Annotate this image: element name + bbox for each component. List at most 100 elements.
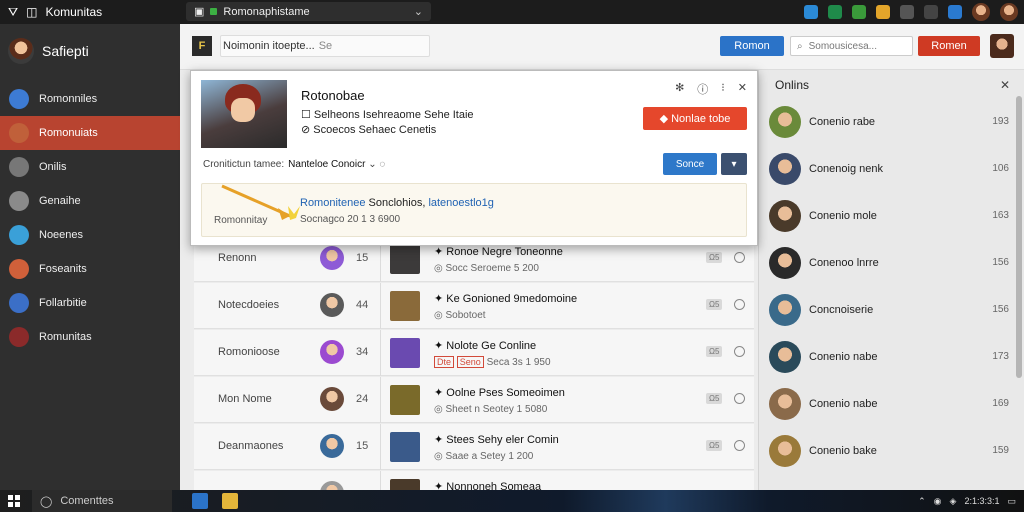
game-thumbnail[interactable] <box>390 244 420 274</box>
avatar[interactable] <box>320 340 344 364</box>
sidebar-item[interactable]: Genaihe <box>0 184 180 218</box>
status-badge: Ω5 <box>706 299 723 310</box>
extension-icon[interactable] <box>828 5 842 19</box>
user-avatar[interactable] <box>972 3 990 21</box>
game-title[interactable]: ✦ Nolote Ge Conline <box>434 339 536 352</box>
popup-dropdown-button[interactable]: ▾ <box>721 153 747 175</box>
game-title[interactable]: ✦ Ronoe Negre Toneonne <box>434 245 563 258</box>
sidebar-profile[interactable]: Safiepti <box>0 24 180 82</box>
online-list-item[interactable]: Conenio mole 163 <box>769 194 1015 240</box>
address-bar[interactable]: ▣ Romonaphistame ⌄ <box>186 2 431 21</box>
popup-title: Rotonobae <box>301 88 365 103</box>
table-row[interactable]: Deanmaones 15 ✦ Stees Sehy eler Comin ◎ Saa… <box>194 424 754 470</box>
avatar <box>769 341 801 373</box>
avatar[interactable] <box>320 293 344 317</box>
online-list-item[interactable]: Conenio nabe 169 <box>769 382 1015 428</box>
sidebar-item[interactable]: Foseanits <box>0 252 180 286</box>
online-user-name: Concnoiserie <box>809 304 874 316</box>
taskbar-app-icon[interactable] <box>192 493 208 509</box>
extension-icon[interactable] <box>852 5 866 19</box>
select-radio[interactable] <box>734 393 745 404</box>
popup-field-label: Cronitictun tamee: Nanteloe Conoicr ⌄ ◌ <box>203 159 386 170</box>
search-input[interactable]: Noimonin itoepte... Se <box>220 35 430 57</box>
sidebar-item[interactable]: Follarbitie <box>0 286 180 320</box>
sidebar-item[interactable]: Romonuiats <box>0 116 180 150</box>
extension-icon[interactable] <box>804 5 818 19</box>
user-avatar[interactable] <box>1000 3 1018 21</box>
windows-start-icon[interactable] <box>8 495 20 507</box>
popup-icons: ✻ ⓘ ⁝ ✕ <box>675 81 747 97</box>
action-button[interactable]: Romen <box>918 36 980 56</box>
folder-icon[interactable] <box>222 493 238 509</box>
sidebar-item[interactable]: Romonniles <box>0 82 180 116</box>
dots-icon[interactable]: ⁝ <box>721 81 725 97</box>
primary-button[interactable]: Romon <box>720 36 784 56</box>
avatar[interactable] <box>320 434 344 458</box>
volume-icon[interactable]: ◈ <box>950 496 957 507</box>
sidebar-item[interactable]: Onilis <box>0 150 180 184</box>
game-thumbnail[interactable] <box>390 385 420 415</box>
tray-clock[interactable]: 2:1:3:3:1 <box>964 496 999 506</box>
game-thumbnail[interactable] <box>390 338 420 368</box>
sun-icon[interactable]: ✻ <box>675 81 684 97</box>
taskbar-search[interactable]: ◯ Comenttes <box>32 490 172 512</box>
online-list-item[interactable]: Conenio rabe 193 <box>769 100 1015 146</box>
sidebar-nav: Romonniles Romonuiats Onilis Genaihe Noeenes… <box>0 82 180 354</box>
table-row[interactable]: Romonioose 34 ✦ Nolote Ge Conline Dte Seno … <box>194 330 754 376</box>
notice-link[interactable]: Romonitenee Sonclohios, latenoestlo1g <box>300 197 494 209</box>
table-row[interactable]: Notecdoeies 44 ✦ Ke Gonioned 9medomoine ◎ S… <box>194 283 754 329</box>
online-list-item[interactable]: Conenio bake 159 <box>769 429 1015 475</box>
select-radio[interactable] <box>734 440 745 451</box>
extension-icon[interactable] <box>876 5 890 19</box>
game-title[interactable]: ✦ Oolne Pses Someoimen <box>434 386 565 399</box>
earth-icon <box>9 225 29 245</box>
menu-icon[interactable]: ⛛ <box>8 5 18 20</box>
select-radio[interactable] <box>734 252 745 263</box>
info-icon[interactable]: ⓘ <box>697 81 708 97</box>
chevron-up-icon[interactable]: ⌃ <box>918 496 926 507</box>
toolbar: F Noimonin itoepte... Se Romon ⌕ Somousi… <box>180 24 1024 70</box>
close-icon[interactable]: ✕ <box>1000 78 1010 92</box>
app-title: Komunitas <box>45 5 103 19</box>
avatar[interactable] <box>990 34 1014 58</box>
sidebar-item-label: Romonniles <box>39 93 98 105</box>
app-logo: F <box>192 36 212 56</box>
avatar[interactable] <box>320 246 344 270</box>
app-logo-icon: ◫ <box>26 5 38 19</box>
online-user-count: 173 <box>992 351 1009 362</box>
sidebar-item[interactable]: Noeenes <box>0 218 180 252</box>
sidebar: Safiepti Romonniles Romonuiats Onilis Genai… <box>0 24 180 490</box>
online-list-item[interactable]: Conenio nabe 173 <box>769 335 1015 381</box>
member-count: 15 <box>356 440 369 452</box>
table-row[interactable]: Mon Nome 24 ✦ Oolne Pses Someoimen ◎ Sheet … <box>194 377 754 423</box>
taskbar-search-placeholder: Comenttes <box>60 495 114 507</box>
community-popup: Rotonobae ☐ Selheons Isehreaome Sehe Ita… <box>190 70 758 246</box>
avatar[interactable] <box>320 387 344 411</box>
close-icon[interactable]: ✕ <box>738 81 747 97</box>
select-radio[interactable] <box>734 346 745 357</box>
notice-sub-label: Romonnitay <box>214 215 268 226</box>
game-title[interactable]: ✦ Ke Gonioned 9medomoine <box>434 292 577 305</box>
network-icon[interactable]: ◉ <box>934 496 942 507</box>
chevron-down-icon[interactable]: ⌄ <box>414 5 423 18</box>
popup-primary-button[interactable]: Sonce <box>663 153 717 175</box>
online-list-item[interactable]: Conenoo lnrre 156 <box>769 241 1015 287</box>
game-thumbnail[interactable] <box>390 291 420 321</box>
popup-cta-button[interactable]: ◆ Nonlae tobe <box>643 107 747 130</box>
online-user-name: Conenoo lnrre <box>809 257 879 269</box>
sidebar-item[interactable]: Romunitas <box>0 320 180 354</box>
popup-notice[interactable]: Romonnitay Romonitenee Sonclohios, laten… <box>201 183 747 237</box>
game-thumbnail[interactable] <box>390 432 420 462</box>
extension-icon[interactable] <box>900 5 914 19</box>
popup-line-1: ☐ Selheons Isehreaome Sehe Itaie <box>301 109 474 121</box>
online-list-item[interactable]: Concnoiserie 156 <box>769 288 1015 334</box>
select-radio[interactable] <box>734 299 745 310</box>
notification-icon[interactable]: ▭ <box>1007 496 1016 507</box>
extension-icon[interactable] <box>948 5 962 19</box>
scrollbar[interactable] <box>1016 96 1022 378</box>
avatar <box>769 153 801 185</box>
secondary-search-input[interactable]: ⌕ Somousicesa... <box>790 36 913 56</box>
online-list-item[interactable]: Conenoig nenk 106 <box>769 147 1015 193</box>
game-title[interactable]: ✦ Stees Sehy eler Comin <box>434 433 559 446</box>
extension-icon[interactable] <box>924 5 938 19</box>
